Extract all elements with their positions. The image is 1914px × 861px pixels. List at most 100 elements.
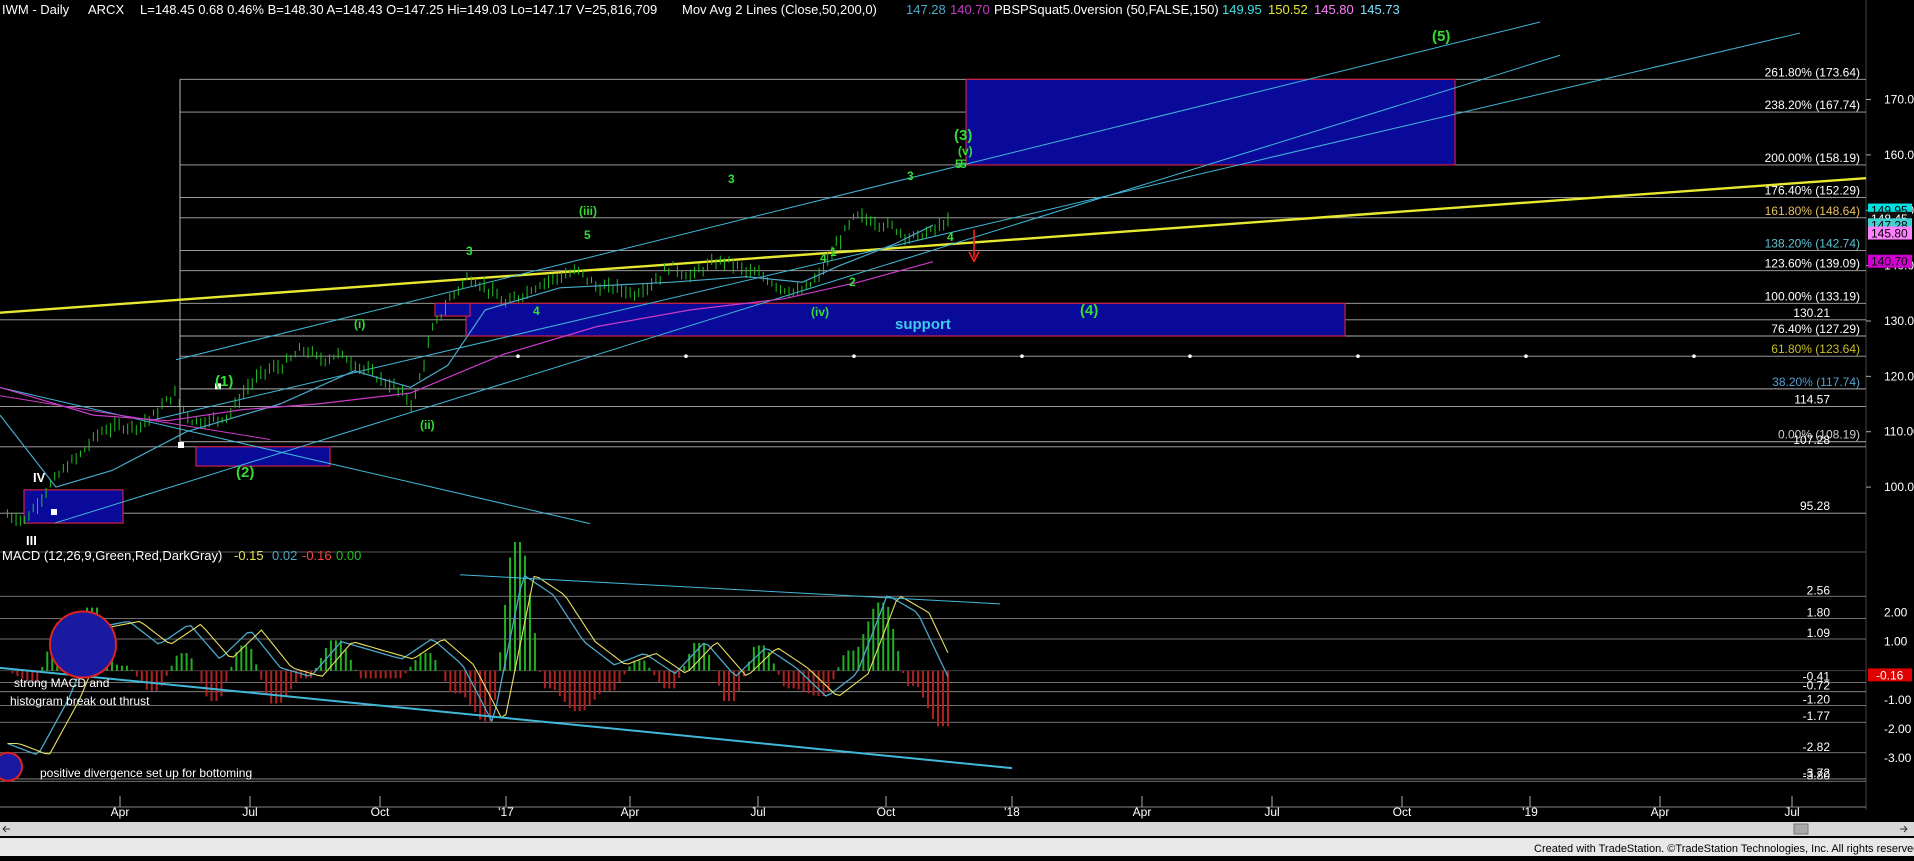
fib-dot-marker xyxy=(852,354,856,359)
macd-level-label: 1.09 xyxy=(1807,626,1831,640)
macd-header-value-4: 0.00 xyxy=(336,548,361,563)
wave-label-sub-3b: 3 xyxy=(728,172,735,186)
macd-header-value-3: -0.16 xyxy=(302,548,332,563)
wave-label-sub-4a: 4 xyxy=(533,304,540,318)
wave-label-3: (3) xyxy=(954,127,972,144)
wave-label-iv: (iv) xyxy=(811,305,829,319)
tradestation-chart: 100.00110.00120.00130.00140.00150.00160.… xyxy=(0,0,1914,856)
wave-label-III: III xyxy=(26,533,37,548)
header-ma50-value: 147.28 xyxy=(906,2,946,17)
macd-last-tag: -0.16 xyxy=(1876,668,1904,682)
time-axis-label: Oct xyxy=(371,805,390,819)
fib-dot-marker xyxy=(1692,354,1696,359)
time-axis-label: Apr xyxy=(111,805,130,819)
wave5-target-box xyxy=(965,78,1456,166)
price-level-label: 107.28 xyxy=(1793,433,1830,447)
scrollbar-thumb[interactable] xyxy=(1793,823,1809,835)
wave-label-minor-1: 1 xyxy=(830,245,837,259)
macd-header-value-2: 0.02 xyxy=(272,548,297,563)
header-exchange: ARCX xyxy=(88,2,124,17)
header-symbol: IWM - Daily xyxy=(2,2,70,17)
horizontal-scrollbar-track[interactable] xyxy=(0,822,1914,836)
fib-dot-marker xyxy=(1356,354,1360,359)
fib-level-label: 100.00% (133.19) xyxy=(1765,289,1860,303)
footer-credit: Created with TradeStation. ©TradeStation… xyxy=(1534,843,1914,855)
fib-level-label: 238.20% (167.74) xyxy=(1765,98,1860,112)
macd-level-label: 2.56 xyxy=(1807,583,1831,597)
header-squat-value-1: 149.95 xyxy=(1222,2,1262,17)
wave-label-v: (v) xyxy=(958,144,973,158)
wave-label-iii: (iii) xyxy=(579,204,597,218)
wave-label-1: (1) xyxy=(215,373,233,390)
macd-axis-label: -1.00 xyxy=(1884,693,1912,707)
macd-level-label: 1.80 xyxy=(1807,605,1831,619)
fib-dot-marker xyxy=(1524,354,1528,359)
price-axis-label: 130.00 xyxy=(1884,314,1914,328)
macd-note-line-3: positive divergence set up for bottoming xyxy=(40,766,252,780)
fib-level-label: 161.80% (148.64) xyxy=(1765,204,1860,218)
wave-label-sub-4b: 4 xyxy=(820,251,827,265)
macd-level-label: -0.72 xyxy=(1803,679,1831,693)
support-label: support xyxy=(895,316,951,333)
header-squat-value-3: 145.80 xyxy=(1314,2,1354,17)
header-quote: L=148.45 0.68 0.46% B=148.30 A=148.43 O=… xyxy=(140,2,657,17)
price-level-label: 130.21 xyxy=(1793,306,1830,320)
wave-label-5: (5) xyxy=(1432,28,1450,45)
header-ma200-value: 140.70 xyxy=(950,2,990,17)
header-squat-study: PBSPSquat5.0version (50,FALSE,150) xyxy=(994,2,1219,17)
wave-label-minor-3: 3 xyxy=(907,169,914,183)
fib-dot-marker xyxy=(1188,354,1192,359)
fib-dot-marker xyxy=(684,354,688,359)
fib-level-label: 176.40% (152.29) xyxy=(1765,184,1860,198)
wave-label-sub-3a: 3 xyxy=(466,244,473,258)
price-level-label: 95.28 xyxy=(1800,499,1830,513)
fib-level-label: 261.80% (173.64) xyxy=(1765,65,1860,79)
time-axis-label: Oct xyxy=(1393,805,1412,819)
time-axis-label: Jul xyxy=(242,805,257,819)
wave-label-sub-5a: 5 xyxy=(584,228,591,242)
fib-level-label: 76.40% (127.29) xyxy=(1771,322,1860,336)
time-axis-label: '17 xyxy=(498,805,514,819)
chart-window: 100.00110.00120.00130.00140.00150.00160.… xyxy=(0,0,1914,856)
macd-divergence-circle xyxy=(0,751,23,782)
fib-dot-marker xyxy=(516,354,520,359)
wave-label-minor-2: 2 xyxy=(849,275,856,289)
price-tag-label: 145.80 xyxy=(1871,227,1908,241)
fib-dot-marker xyxy=(1020,354,1024,359)
time-axis-label: Apr xyxy=(1651,805,1670,819)
time-axis-label: '19 xyxy=(1522,805,1538,819)
header-squat-value-2: 150.52 xyxy=(1268,2,1308,17)
fib-level-label: 38.20% (117.74) xyxy=(1772,375,1860,389)
time-axis-label: Apr xyxy=(621,805,640,819)
fib-level-label: 61.80% (123.64) xyxy=(1771,342,1860,356)
macd-header-value-1: -0.15 xyxy=(234,548,264,563)
macd-level-label: -1.20 xyxy=(1803,693,1831,707)
macd-level-label: -2.82 xyxy=(1803,740,1831,754)
macd-thrust-circle xyxy=(49,610,117,679)
price-axis-label: 160.00 xyxy=(1884,148,1914,162)
wave2-marker xyxy=(178,442,184,449)
price-level-label: 114.57 xyxy=(1794,392,1830,406)
wave-label-ii: (ii) xyxy=(420,418,435,432)
wave2-box xyxy=(195,446,331,467)
wave-label-IV: IV xyxy=(33,470,46,485)
header-ma-study: Mov Avg 2 Lines (Close,50,200,0) xyxy=(682,2,877,17)
wave-label-sub-5b: 5 xyxy=(955,157,962,171)
macd-level-label: -1.77 xyxy=(1803,709,1831,723)
wave-label-4: (4) xyxy=(1080,302,1098,319)
macd-axis-label: 1.00 xyxy=(1884,635,1908,649)
wave-label-minor-4: 4 xyxy=(947,230,954,244)
header-squat-value-4: 145.73 xyxy=(1360,2,1400,17)
macd-axis-label: -2.00 xyxy=(1884,722,1912,736)
price-tag-label: 140.70 xyxy=(1871,255,1908,269)
time-axis-label: Jul xyxy=(1784,805,1799,819)
macd-axis-label: 2.00 xyxy=(1884,606,1908,620)
time-axis-label: Apr xyxy=(1133,805,1152,819)
macd-header-label: MACD (12,26,9,Green,Red,DarkGray) xyxy=(2,548,222,563)
fib-level-label: 138.20% (142.74) xyxy=(1765,236,1860,250)
time-axis-label: '18 xyxy=(1004,805,1020,819)
time-axis-label: Jul xyxy=(750,805,765,819)
fib-level-label: 200.00% (158.19) xyxy=(1765,151,1860,165)
macd-note-line-2: histogram break out thrust xyxy=(10,694,150,708)
price-axis-label: 120.00 xyxy=(1884,369,1914,383)
